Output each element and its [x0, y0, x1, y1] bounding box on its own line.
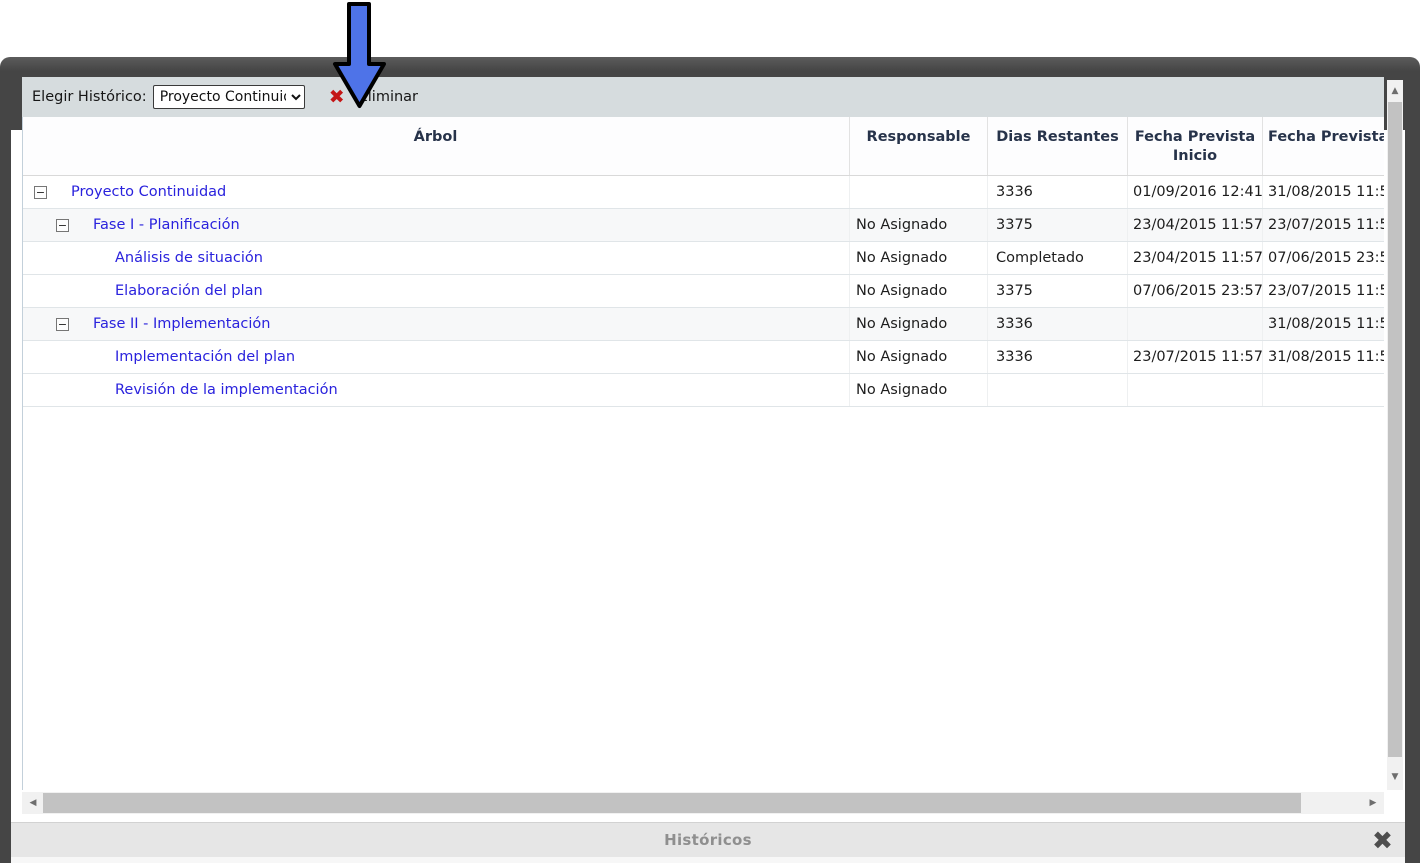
annotation-arrow-down-icon — [332, 0, 388, 112]
table-row: Análisis de situación No AsignadoCompleta… — [22, 242, 1384, 275]
fecha-fin-cell — [1263, 374, 1384, 406]
responsable-cell — [850, 176, 988, 208]
scroll-up-button[interactable]: ▲ — [1387, 82, 1403, 100]
dias-restantes-cell: 3336 — [988, 341, 1128, 373]
tree-node-link[interactable]: Fase I - Planificación — [93, 217, 240, 233]
fecha-fin-cell: 31/08/2015 11:57:56 — [1263, 176, 1384, 208]
header-dias-restantes: Dias Restantes — [988, 117, 1128, 175]
horizontal-scrollbar[interactable]: ◀ ▶ — [22, 792, 1384, 814]
fecha-inicio-cell: 07/06/2015 23:57:56 — [1128, 275, 1263, 307]
page: Elegir Histórico: Proyecto Continuidad ✖… — [0, 0, 1420, 863]
dialog-title-bar: Históricos ✖ — [11, 822, 1405, 857]
tree-table: Árbol Responsable Dias Restantes Fecha P… — [22, 117, 1384, 407]
responsable-cell: No Asignado — [850, 374, 988, 406]
fecha-fin-cell: 31/08/2015 11:57:56 — [1263, 341, 1384, 373]
dias-restantes-cell: 3336 — [988, 176, 1128, 208]
bottom-strip — [11, 857, 1405, 863]
scroll-right-button[interactable]: ▶ — [1364, 792, 1382, 814]
collapse-toggle-icon[interactable]: − — [56, 219, 69, 232]
tree-node-link[interactable]: Proyecto Continuidad — [71, 184, 226, 200]
tree-cell: Implementación del plan — [22, 341, 850, 373]
collapse-toggle-icon[interactable]: − — [56, 318, 69, 331]
fecha-fin-cell: 31/08/2015 11:57:56 — [1263, 308, 1384, 340]
historico-select[interactable]: Proyecto Continuidad — [153, 85, 305, 109]
dialog-title: Históricos — [11, 823, 1405, 857]
responsable-cell: No Asignado — [850, 308, 988, 340]
dias-restantes-cell: Completado — [988, 242, 1128, 274]
tree-cell: − Proyecto Continuidad — [22, 176, 850, 208]
tree-node-link[interactable]: Revisión de la implementación — [115, 382, 338, 398]
table-row: − Fase II - Implementación No Asignado3336… — [22, 308, 1384, 341]
toolbar: Elegir Histórico: Proyecto Continuidad ✖… — [22, 77, 1384, 117]
tree-node-link[interactable]: Análisis de situación — [115, 250, 263, 266]
fecha-inicio-cell: 23/04/2015 11:57:56 — [1128, 242, 1263, 274]
table-row: − Proyecto Continuidad 333601/09/2016 12:4… — [22, 176, 1384, 209]
horizontal-scrollbar-thumb[interactable] — [43, 793, 1301, 813]
responsable-cell: No Asignado — [850, 242, 988, 274]
vertical-scrollbar-thumb[interactable] — [1388, 102, 1402, 757]
header-fecha-prevista-inicio: Fecha Prevista Inicio — [1128, 117, 1263, 175]
tree-cell: − Fase I - Planificación — [22, 209, 850, 241]
table-row: Revisión de la implementación No Asignado — [22, 374, 1384, 407]
tree-node-link[interactable]: Fase II - Implementación — [93, 316, 270, 332]
responsable-cell: No Asignado — [850, 341, 988, 373]
tree-cell: − Fase II - Implementación — [22, 308, 850, 340]
table-left-border — [22, 117, 23, 790]
vertical-scrollbar[interactable]: ▲ ▼ — [1387, 80, 1403, 790]
tree-node-link[interactable]: Elaboración del plan — [115, 283, 263, 299]
close-icon[interactable]: ✖ — [1372, 824, 1393, 857]
fecha-fin-cell: 23/07/2015 11:57:56 — [1263, 209, 1384, 241]
collapse-toggle-icon[interactable]: − — [34, 186, 47, 199]
tree-cell: Revisión de la implementación — [22, 374, 850, 406]
header-responsable: Responsable — [850, 117, 988, 175]
responsable-cell: No Asignado — [850, 275, 988, 307]
fecha-fin-cell: 23/07/2015 11:57:56 — [1263, 275, 1384, 307]
table-body: −Proyecto Continuidad333601/09/2016 12:4… — [22, 176, 1384, 407]
table-header-row: Árbol Responsable Dias Restantes Fecha P… — [22, 117, 1384, 176]
fecha-inicio-cell: 23/07/2015 11:57:56 — [1128, 341, 1263, 373]
dias-restantes-cell: 3375 — [988, 275, 1128, 307]
tree-cell: Elaboración del plan — [22, 275, 850, 307]
fecha-inicio-cell — [1128, 374, 1263, 406]
dias-restantes-cell — [988, 374, 1128, 406]
fecha-inicio-cell: 23/04/2015 11:57:56 — [1128, 209, 1263, 241]
table-row: Implementación del plan No Asignado333623… — [22, 341, 1384, 374]
tree-node-link[interactable]: Implementación del plan — [115, 349, 295, 365]
elegir-historico-label: Elegir Histórico: — [32, 89, 147, 105]
fecha-fin-cell: 07/06/2015 23:57:56 — [1263, 242, 1384, 274]
table-row: Elaboración del plan No Asignado337507/06… — [22, 275, 1384, 308]
responsable-cell: No Asignado — [850, 209, 988, 241]
header-fecha-prevista-fin: Fecha Prevista Fin — [1263, 117, 1384, 175]
dias-restantes-cell: 3336 — [988, 308, 1128, 340]
scroll-down-button[interactable]: ▼ — [1387, 768, 1403, 786]
fecha-inicio-cell: 01/09/2016 12:41:35 — [1128, 176, 1263, 208]
header-arbol: Árbol — [22, 117, 850, 175]
dias-restantes-cell: 3375 — [988, 209, 1128, 241]
scroll-left-button[interactable]: ◀ — [24, 792, 42, 814]
tree-cell: Análisis de situación — [22, 242, 850, 274]
table-row: −Fase I - PlanificaciónNo Asignado337523… — [22, 209, 1384, 242]
fecha-inicio-cell — [1128, 308, 1263, 340]
